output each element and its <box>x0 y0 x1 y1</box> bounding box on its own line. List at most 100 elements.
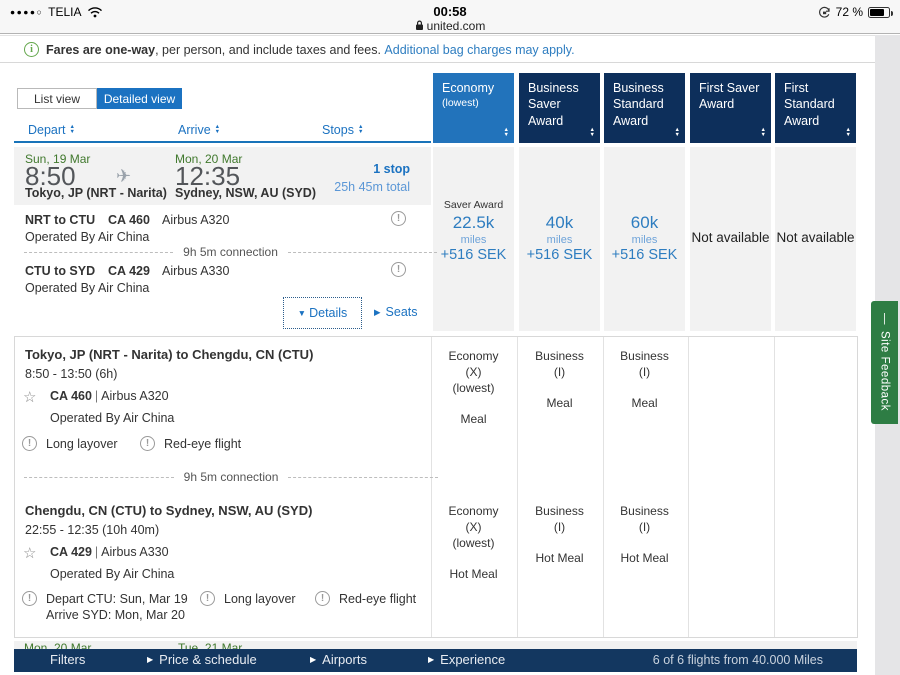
warning-icon[interactable]: ! <box>391 211 406 226</box>
miles-value: 22.5k <box>433 213 514 233</box>
results-summary: 6 of 6 flights from 40.000 Miles <box>653 653 823 667</box>
stops-summary: 1 stop 25h 45m total <box>280 162 410 194</box>
fare-column-first-standard[interactable]: First Standard Award ▲▼ <box>775 73 856 143</box>
operated-by: Operated By Air China <box>25 230 149 244</box>
detailed-view-button[interactable]: Detailed view <box>97 88 182 109</box>
depart-city: Tokyo, JP (NRT - Narita) <box>25 186 167 200</box>
ios-status-bar: ●●●●○ TELIA 00:58 united.com 72 % <box>0 0 900 34</box>
filters-button[interactable]: Filters <box>50 652 85 667</box>
fare-column-first-saver[interactable]: First Saver Award ▲▼ <box>690 73 771 143</box>
segment-route: NRT to CTU <box>25 213 95 227</box>
price-cell-business-saver[interactable]: 40k miles +516 SEK <box>519 147 600 331</box>
detail-segment-title: Chengdu, CN (CTU) to Sydney, NSW, AU (SY… <box>25 503 312 518</box>
segment-aircraft: Airbus A320 <box>162 213 229 227</box>
bottom-filter-bar: Filters ▶Price & schedule ▶Airports ▶Exp… <box>14 649 857 672</box>
miles-value: 40k <box>519 213 600 233</box>
sort-icon: ▲▼ <box>70 125 75 135</box>
url-bar[interactable]: united.com <box>0 19 900 33</box>
fare-column-economy[interactable]: Economy (lowest) ▲▼ <box>433 73 514 143</box>
detail-segment-times: 8:50 - 13:50 (6h) <box>25 367 117 381</box>
experience-button[interactable]: ▶Experience <box>428 652 505 667</box>
fare-column-business-standard[interactable]: Business Standard Award ▲▼ <box>604 73 685 143</box>
arrow-right-icon: ▶ <box>374 307 381 318</box>
operated-by: Operated By Air China <box>50 567 174 581</box>
operated-by: Operated By Air China <box>50 411 174 425</box>
sort-icon: ▲▼ <box>761 128 766 138</box>
sort-depart[interactable]: Depart▲▼ <box>28 123 75 137</box>
warning-icon[interactable]: ! <box>391 262 406 277</box>
fare-column-business-saver[interactable]: Business Saver Award ▲▼ <box>519 73 600 143</box>
detail-flight-line: CA 429|Airbus A330 <box>50 545 169 559</box>
not-available-label: Not available <box>690 230 771 245</box>
site-feedback-tab[interactable]: — Site Feedback <box>871 301 898 424</box>
detail-segment-title: Tokyo, JP (NRT - Narita) to Chengdu, CN … <box>25 347 313 362</box>
battery-icon <box>868 7 890 18</box>
warning-icon[interactable]: ! <box>22 591 37 606</box>
next-flight-row-peek: Mon, 20 Mar Tue, 21 Mar <box>14 641 857 649</box>
fares-notice-text: Fares are one-way, per person, and inclu… <box>46 43 575 57</box>
warning-red-eye: ! Red-eye flight <box>315 591 416 607</box>
info-icon: i <box>24 42 39 57</box>
seats-button[interactable]: ▶ Seats <box>374 305 418 319</box>
airline-logo-icon: ☆ <box>23 388 36 406</box>
cabin-cell-business-standard: Business(I) Hot Meal <box>604 503 685 566</box>
sort-icon: ▲▼ <box>846 128 851 138</box>
arrow-right-icon: ▶ <box>310 655 316 664</box>
details-button[interactable]: ▼Details <box>283 297 362 329</box>
sort-icon: ▲▼ <box>215 125 220 135</box>
lock-icon <box>415 20 424 31</box>
award-type-label: Saver Award <box>433 199 514 211</box>
warning-icon[interactable]: ! <box>200 591 215 606</box>
detail-flight-line: CA 460|Airbus A320 <box>50 389 169 403</box>
sort-icon: ▲▼ <box>590 128 595 138</box>
sort-arrive[interactable]: Arrive▲▼ <box>178 123 220 137</box>
feedback-label: Site Feedback <box>879 331 891 411</box>
meal-label: Hot Meal <box>519 550 600 566</box>
meal-label: Hot Meal <box>433 566 514 582</box>
fare-column-subtitle: (lowest) <box>442 97 508 109</box>
price-schedule-button[interactable]: ▶Price & schedule <box>147 652 257 667</box>
cabin-cell-economy: Economy(X)(lowest) Hot Meal <box>433 503 514 582</box>
meal-label: Meal <box>604 395 685 411</box>
warning-icon[interactable]: ! <box>22 436 37 451</box>
connection-divider: 9h 5m connection <box>24 245 437 259</box>
miles-unit: miles <box>433 234 514 246</box>
warning-icon[interactable]: ! <box>315 591 330 606</box>
clock: 00:58 <box>0 4 900 19</box>
connection-divider: 9h 5m connection <box>24 470 438 484</box>
airports-button[interactable]: ▶Airports <box>310 652 367 667</box>
price-cell-first-standard: Not available <box>775 147 856 331</box>
list-view-button[interactable]: List view <box>17 88 97 109</box>
arrow-right-icon: ▶ <box>147 655 153 664</box>
detailed-view-label: Detailed view <box>104 92 175 106</box>
fare-column-title: Business Standard Award <box>613 80 679 129</box>
url-text: united.com <box>427 19 486 33</box>
fares-notice: i Fares are one-way, per person, and inc… <box>24 42 575 57</box>
cash-value: +516 SEK <box>519 247 600 263</box>
price-cell-economy[interactable]: Saver Award 22.5k miles +516 SEK <box>433 147 514 331</box>
warning-long-layover: ! Long layover <box>22 436 118 452</box>
dash-icon: — <box>879 313 891 325</box>
cabin-cell-economy: Economy(X)(lowest) Meal <box>433 348 514 427</box>
warning-red-eye: ! Red-eye flight <box>140 436 241 452</box>
operated-by: Operated By Air China <box>25 281 149 295</box>
sort-stops[interactable]: Stops▲▼ <box>322 123 363 137</box>
cash-value: +516 SEK <box>433 247 514 263</box>
meal-label: Hot Meal <box>604 550 685 566</box>
cash-value: +516 SEK <box>604 247 685 263</box>
seats-label: Seats <box>386 305 418 319</box>
list-view-label: List view <box>34 92 80 106</box>
not-available-label: Not available <box>775 230 856 245</box>
fares-notice-bar: i Fares are one-way, per person, and inc… <box>0 35 875 63</box>
rotation-lock-icon <box>818 6 831 19</box>
segment-aircraft: Airbus A330 <box>162 264 229 278</box>
column-divider <box>688 337 689 637</box>
battery-percent: 72 % <box>836 5 863 19</box>
price-cell-business-standard[interactable]: 60k miles +516 SEK <box>604 147 685 331</box>
fare-column-title: First Standard Award <box>784 80 850 129</box>
cabin-cell-business-standard: Business(I) Meal <box>604 348 685 411</box>
price-cell-first-saver: Not available <box>690 147 771 331</box>
bag-charges-link[interactable]: Additional bag charges may apply. <box>384 43 574 57</box>
warning-icon[interactable]: ! <box>140 436 155 451</box>
battery-cluster: 72 % <box>818 5 890 19</box>
